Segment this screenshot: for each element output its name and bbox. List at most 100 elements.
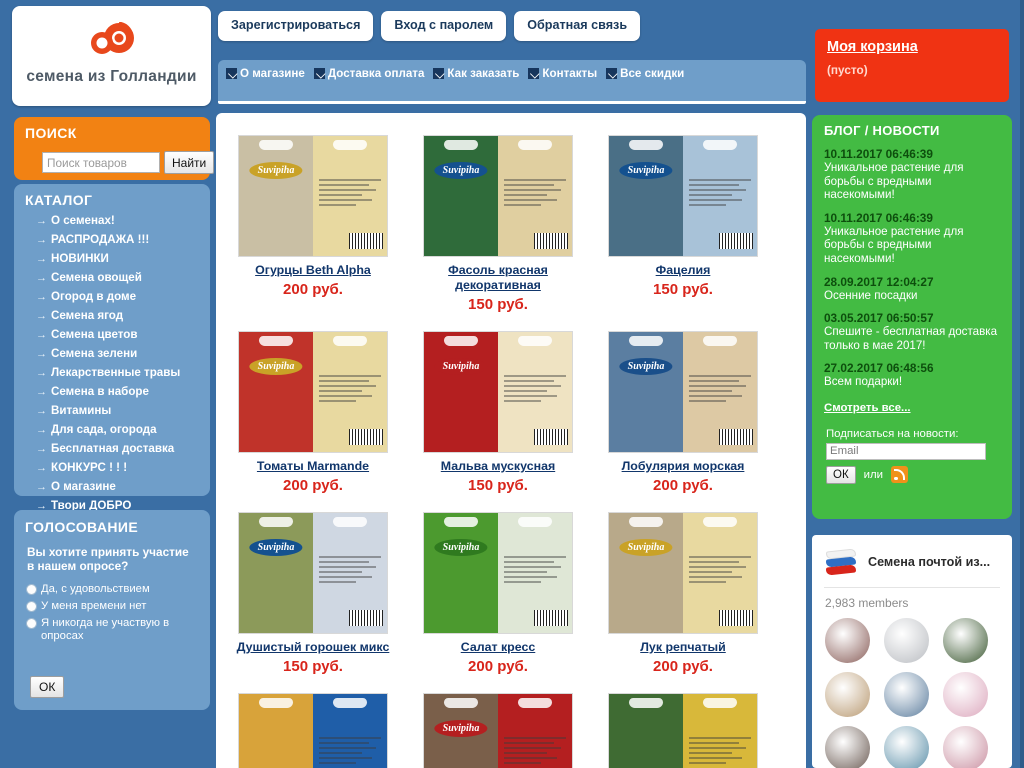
news-item[interactable]: 03.05.2017 06:50:57 Спешите - бесплатная …: [824, 311, 1002, 352]
product-image[interactable]: Suvipiha: [238, 135, 388, 257]
nav-item-contacts[interactable]: Контакты: [528, 67, 597, 80]
catalog-item[interactable]: → Лекарственные травы: [14, 366, 210, 385]
product-name-link[interactable]: Лук репчатый: [598, 640, 768, 655]
catalog-panel-title: КАТАЛОГ: [25, 192, 93, 208]
arrow-right-icon: →: [36, 367, 47, 379]
product-name-link[interactable]: Салат кресс: [413, 640, 583, 655]
avatar-7[interactable]: [825, 726, 870, 768]
catalog-item[interactable]: → КОНКУРС ! ! !: [14, 461, 210, 480]
product-image[interactable]: Suvipiha: [608, 331, 758, 453]
poll-option[interactable]: Я никогда не участвую в опросах: [26, 617, 210, 643]
catalog-item[interactable]: → Огород в доме: [14, 290, 210, 309]
product-card[interactable]: Suvipiha Лобулярия морская 200 руб.: [598, 331, 768, 494]
product-card[interactable]: Suvipiha: [413, 693, 583, 768]
radio-button-icon[interactable]: [26, 584, 37, 595]
product-image[interactable]: Suvipiha: [423, 512, 573, 634]
product-name-link[interactable]: Фацелия: [598, 263, 768, 278]
login-button[interactable]: Вход с паролем: [381, 11, 507, 41]
news-item[interactable]: 27.02.2017 06:48:56 Всем подарки!: [824, 361, 1002, 389]
product-card[interactable]: Suvipiha Фацелия 150 руб.: [598, 135, 768, 313]
catalog-item[interactable]: → РАСПРОДАЖА !!!: [14, 233, 210, 252]
catalog-item[interactable]: → НОВИНКИ: [14, 252, 210, 271]
catalog-item[interactable]: → Семена овощей: [14, 271, 210, 290]
search-input[interactable]: [42, 152, 160, 173]
poll-option[interactable]: Да, с удовольствием: [26, 583, 210, 596]
cart-widget[interactable]: Моя корзина (пусто): [815, 29, 1009, 102]
product-card[interactable]: [598, 693, 768, 768]
catalog-item[interactable]: → Семена в наборе: [14, 385, 210, 404]
nav-item-delivery-payment[interactable]: Доставка оплата: [313, 67, 424, 80]
nav-item-how-to-order[interactable]: Как заказать: [433, 67, 519, 80]
product-image[interactable]: Suvipiha: [608, 512, 758, 634]
product-name-link[interactable]: Томаты Marmande: [228, 459, 398, 474]
catalog-item[interactable]: → О семенах!: [14, 214, 210, 233]
product-price: 150 руб.: [468, 296, 528, 313]
news-title-link[interactable]: Спешите - бесплатная доставка только в м…: [824, 325, 1002, 352]
catalog-item[interactable]: → Семена ягод: [14, 309, 210, 328]
subscribe-email-input[interactable]: [826, 442, 986, 460]
avatar-6[interactable]: [943, 672, 988, 717]
avatar-4[interactable]: [825, 672, 870, 717]
product-image[interactable]: [238, 693, 388, 768]
avatar-3[interactable]: [943, 618, 988, 663]
arrow-right-icon: →: [36, 272, 47, 284]
product-image[interactable]: Suvipiha: [423, 135, 573, 257]
product-image[interactable]: Suvipiha: [238, 331, 388, 453]
feedback-button[interactable]: Обратная связь: [514, 11, 641, 41]
avatar-5[interactable]: [884, 672, 929, 717]
product-image[interactable]: [608, 693, 758, 768]
product-image[interactable]: Suvipiha: [238, 512, 388, 634]
news-title-link[interactable]: Всем подарки!: [824, 375, 1002, 389]
catalog-item[interactable]: → Семена цветов: [14, 328, 210, 347]
news-title-link[interactable]: Уникальное растение для борьбы с вредным…: [824, 225, 1002, 266]
avatar-2[interactable]: [884, 618, 929, 663]
avatar-8[interactable]: [884, 726, 929, 768]
radio-button-icon[interactable]: [26, 601, 37, 612]
product-image[interactable]: Suvipiha: [423, 693, 573, 768]
product-name-link[interactable]: Фасоль красная декоративная: [413, 263, 583, 293]
product-card[interactable]: Suvipiha Огурцы Beth Alpha 200 руб.: [228, 135, 398, 313]
nav-item-about-store[interactable]: О магазине: [226, 67, 305, 80]
search-submit-button[interactable]: Найти: [164, 151, 215, 174]
cart-title-link[interactable]: Моя корзина: [827, 39, 918, 55]
catalog-item[interactable]: → О магазине: [14, 480, 210, 499]
register-button[interactable]: Зарегистрироваться: [218, 11, 374, 41]
product-card[interactable]: Suvipiha Салат кресс 200 руб.: [413, 512, 583, 675]
nav-item-all-discounts[interactable]: Все скидки: [606, 67, 684, 80]
news-title-link[interactable]: Уникальное растение для борьбы с вредным…: [824, 161, 1002, 202]
news-item[interactable]: 10.11.2017 06:46:39 Уникальное растение д…: [824, 211, 1002, 266]
product-card[interactable]: Suvipiha Лук репчатый 200 руб.: [598, 512, 768, 675]
subscribe-submit-button[interactable]: ОК: [826, 465, 856, 484]
product-name-link[interactable]: Огурцы Beth Alpha: [228, 263, 398, 278]
product-name-link[interactable]: Лобулярия морская: [598, 459, 768, 474]
social-header[interactable]: Семена почтой из...: [812, 535, 1012, 577]
poll-submit-button[interactable]: ОК: [30, 676, 65, 698]
product-card[interactable]: Suvipiha Томаты Marmande 200 руб.: [228, 331, 398, 494]
product-name-link[interactable]: Душистый горошек микс: [228, 640, 398, 655]
news-item[interactable]: 28.09.2017 12:04:27 Осенние посадки: [824, 275, 1002, 303]
packet-hanger-hole: [629, 517, 663, 527]
social-group-title[interactable]: Семена почтой из...: [868, 555, 990, 569]
catalog-item[interactable]: → Семена зелени: [14, 347, 210, 366]
packet-hanger-hole: [703, 140, 737, 150]
catalog-item[interactable]: → Для сада, огорода: [14, 423, 210, 442]
catalog-item[interactable]: → Бесплатная доставка: [14, 442, 210, 461]
product-name-link[interactable]: Мальва мускусная: [413, 459, 583, 474]
radio-button-icon[interactable]: [26, 618, 37, 629]
product-card[interactable]: [228, 693, 398, 768]
site-logo-box[interactable]: семена из Голландии: [12, 6, 211, 106]
product-card[interactable]: Suvipiha Мальва мускусная 150 руб.: [413, 331, 583, 494]
poll-option[interactable]: У меня времени нет: [26, 600, 210, 613]
product-card[interactable]: Suvipiha Душистый горошек микс 150 руб.: [228, 512, 398, 675]
catalog-item[interactable]: → Витамины: [14, 404, 210, 423]
avatar-9[interactable]: [943, 726, 988, 768]
avatar-1[interactable]: [825, 618, 870, 663]
product-image[interactable]: Suvipiha: [608, 135, 758, 257]
page-scrollbar[interactable]: [1020, 0, 1024, 768]
news-item[interactable]: 10.11.2017 06:46:39 Уникальное растение д…: [824, 147, 1002, 202]
rss-icon[interactable]: [891, 466, 909, 484]
product-image[interactable]: Suvipiha: [423, 331, 573, 453]
product-card[interactable]: Suvipiha Фасоль красная декоративная 150 р…: [413, 135, 583, 313]
news-see-all-link[interactable]: Смотреть все...: [824, 402, 911, 414]
news-title-link[interactable]: Осенние посадки: [824, 289, 1002, 303]
